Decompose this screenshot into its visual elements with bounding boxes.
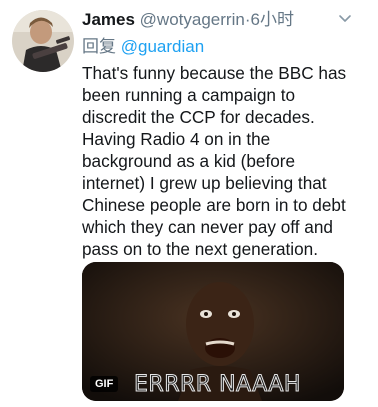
timestamp[interactable]: 6小时 <box>250 10 293 29</box>
gif-caption: ERRRR NAAAH <box>134 372 301 398</box>
reply-context: 回复 @guardian <box>82 36 204 58</box>
tweet-header: James @wotyagerrin·6小时 <box>82 9 294 31</box>
chevron-down-icon[interactable] <box>338 14 352 24</box>
avatar[interactable] <box>12 10 74 72</box>
tweet-text: That's funny because the BBC has been ru… <box>82 63 347 259</box>
reply-label: 回复 <box>82 37 116 56</box>
author-handle[interactable]: @wotyagerrin <box>140 10 245 29</box>
tweet[interactable]: James @wotyagerrin·6小时 回复 @guardian That… <box>0 0 378 407</box>
author-name[interactable]: James <box>82 10 135 29</box>
reply-mention-link[interactable]: @guardian <box>121 37 204 56</box>
gif-media[interactable]: GIF ERRRR NAAAH <box>82 262 344 401</box>
gif-badge: GIF <box>90 376 119 392</box>
